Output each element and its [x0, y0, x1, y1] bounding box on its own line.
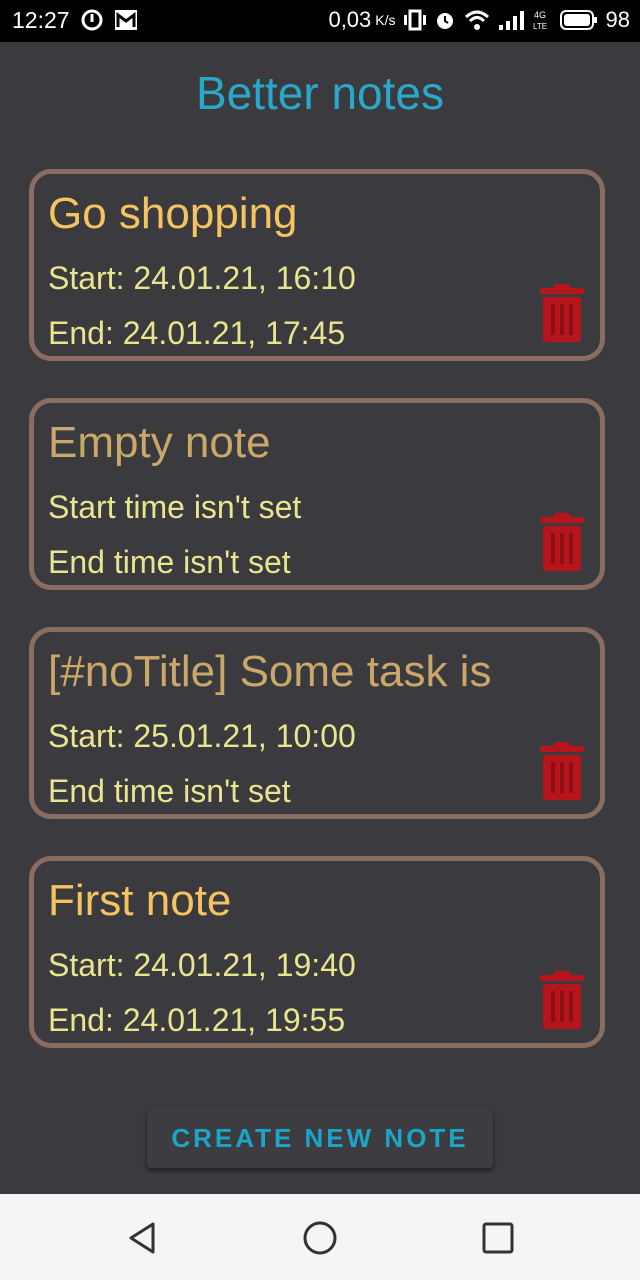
signal-icon: [498, 11, 524, 30]
network-speed: 0,03: [328, 7, 372, 32]
note-card[interactable]: First note Start: 24.01.21, 19:40 End: 2…: [29, 856, 605, 1048]
note-start-time: Start: 25.01.21, 10:00: [48, 718, 356, 754]
note-start-time: Start: 24.01.21, 19:40: [48, 947, 356, 983]
note-start-time: Start time isn't set: [48, 489, 302, 525]
create-new-note-button[interactable]: CREATE NEW NOTE: [147, 1108, 493, 1168]
network-speed-unit: K/s: [375, 12, 396, 28]
note-title: First note: [48, 876, 232, 925]
clock: 12:27: [12, 7, 70, 33]
notification-icon: [81, 9, 103, 31]
note-title: Empty note: [48, 418, 271, 467]
trash-icon[interactable]: [538, 513, 586, 573]
note-end-time: End: 24.01.21, 19:55: [48, 1002, 346, 1038]
svg-text:LTE: LTE: [533, 22, 547, 31]
trash-icon[interactable]: [538, 971, 586, 1031]
battery-level: 98: [605, 7, 630, 32]
status-bar: 12:27 0,03 K/s 4G LTE 98: [0, 0, 640, 42]
app-title: Better notes: [195, 67, 445, 119]
note-card[interactable]: Go shopping Start: 24.01.21, 16:10 End: …: [29, 169, 605, 361]
note-title: [#noTitle] Some task is: [48, 647, 492, 696]
note-end-time: End time isn't set: [48, 544, 291, 580]
battery-icon: [559, 10, 597, 30]
wifi-icon: [464, 10, 489, 30]
note-card[interactable]: Empty note Start time isn't set End time…: [29, 398, 605, 590]
home-icon[interactable]: [298, 1216, 342, 1260]
back-icon[interactable]: [121, 1216, 165, 1260]
note-start-time: Start: 24.01.21, 16:10: [48, 260, 356, 296]
vibrate-icon: [403, 9, 426, 31]
recents-icon[interactable]: [476, 1216, 520, 1260]
note-end-time: End time isn't set: [48, 773, 291, 809]
svg-text:4G: 4G: [534, 10, 546, 20]
lte-icon: 4G LTE: [533, 10, 547, 31]
note-title: Go shopping: [48, 189, 298, 238]
status-bar-left: 12:27: [12, 6, 138, 34]
alarm-icon: [436, 13, 453, 29]
trash-icon[interactable]: [538, 284, 586, 344]
note-card[interactable]: [#noTitle] Some task is Start: 25.01.21,…: [29, 627, 605, 819]
status-bar-right: 0,03 K/s 4G LTE 98: [328, 6, 630, 34]
navigation-bar: [0, 1194, 640, 1280]
note-end-time: End: 24.01.21, 17:45: [48, 315, 346, 351]
trash-icon[interactable]: [538, 742, 586, 802]
gmail-icon: [114, 10, 137, 30]
